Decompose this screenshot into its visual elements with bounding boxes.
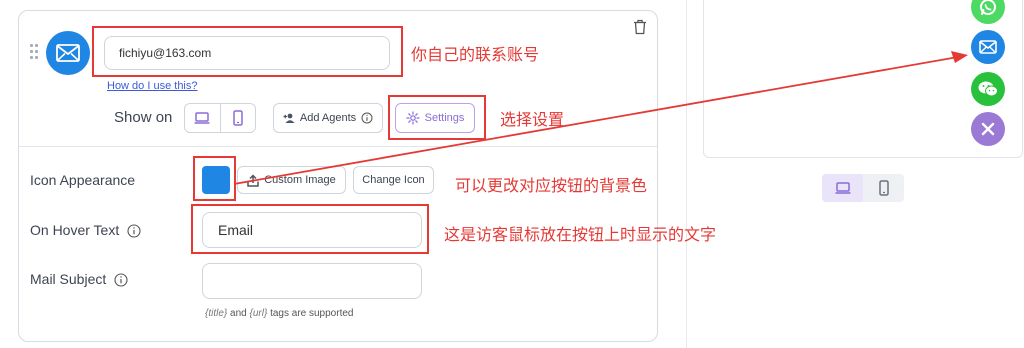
email-channel-avatar: [46, 31, 90, 75]
trash-icon[interactable]: [633, 19, 647, 35]
email-icon: [56, 44, 80, 62]
custom-image-button[interactable]: Custom Image: [237, 166, 346, 194]
email-icon: [979, 40, 997, 54]
mobile-icon: [878, 180, 889, 196]
mail-subject-input[interactable]: [202, 263, 422, 299]
section-divider: [19, 146, 657, 147]
desktop-icon: [835, 182, 850, 194]
show-on-mobile-button[interactable]: [219, 104, 256, 132]
preview-close-button[interactable]: [971, 112, 1005, 146]
custom-image-label: Custom Image: [264, 174, 336, 186]
mail-subject-label: Mail Subject: [30, 271, 128, 287]
add-user-icon: [283, 113, 295, 123]
add-agents-label: Add Agents: [299, 112, 357, 124]
annotation-box-account: [92, 26, 403, 77]
icon-appearance-label: Icon Appearance: [30, 172, 136, 188]
help-link[interactable]: How do I use this?: [107, 80, 198, 92]
info-icon: [127, 224, 141, 238]
wechat-icon: [978, 81, 998, 97]
tags-supported-note: {title} and {url} tags are supported: [205, 308, 354, 319]
hover-text-label: On Hover Text: [30, 222, 141, 238]
desktop-icon: [194, 112, 210, 124]
change-icon-label: Change Icon: [362, 174, 425, 186]
whatsapp-icon: [980, 0, 996, 15]
show-on-device-toggle: [184, 103, 256, 133]
mobile-icon: [233, 110, 243, 126]
close-icon: [981, 122, 995, 136]
preview-wechat-button[interactable]: [971, 72, 1005, 106]
show-on-label: Show on: [114, 109, 173, 126]
drag-handle[interactable]: [30, 44, 38, 60]
add-agents-button[interactable]: Add Agents: [273, 103, 383, 133]
preview-email-button[interactable]: [971, 30, 1005, 64]
annotation-account: 你自己的联系账号: [411, 45, 540, 64]
annotation-box-settings: [388, 95, 486, 140]
preview-device-toggle: [822, 174, 904, 202]
info-icon: [114, 273, 128, 287]
show-on-desktop-button[interactable]: [185, 104, 220, 132]
annotation-settings: 选择设置: [500, 110, 565, 129]
upload-icon: [247, 173, 259, 187]
info-icon: [361, 112, 373, 124]
preview-desktop-tab[interactable]: [822, 174, 863, 202]
annotation-background: 可以更改对应按钮的背景色: [455, 176, 648, 195]
panel-divider: [686, 0, 687, 348]
preview-mobile-tab[interactable]: [863, 174, 904, 202]
annotation-box-hover: [191, 204, 429, 254]
annotation-box-color: [193, 156, 236, 201]
annotation-hover: 这是访客鼠标放在按钮上时显示的文字: [444, 225, 717, 244]
change-icon-button[interactable]: Change Icon: [353, 166, 434, 194]
